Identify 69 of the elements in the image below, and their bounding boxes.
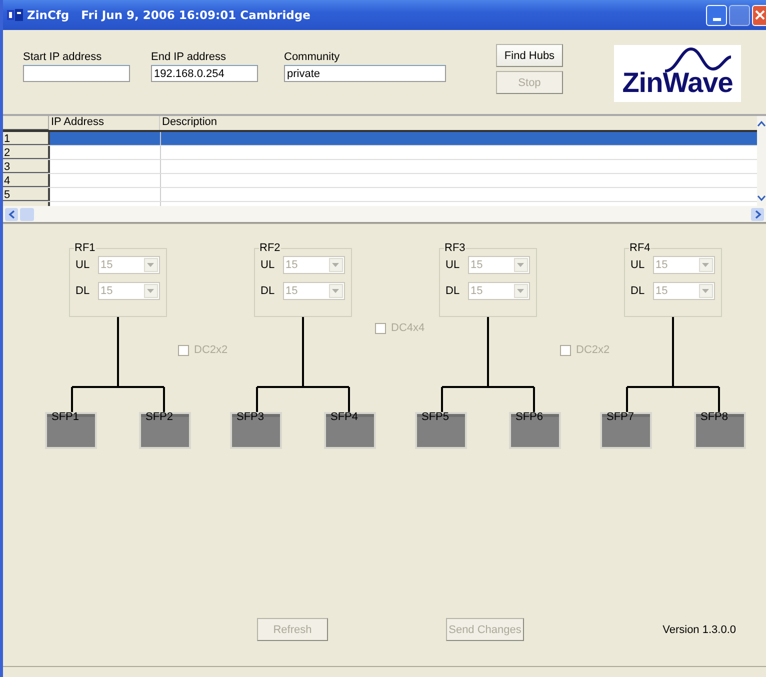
input-field[interactable] (23, 65, 130, 82)
caret-icon (332, 263, 339, 267)
caret-icon (517, 289, 524, 293)
window-title: ZinCfg Fri Jun 9, 2006 16:09:01 Cambridge (27, 8, 310, 22)
sfp-module: SFP3 (230, 412, 282, 449)
field-label: DL (260, 285, 276, 297)
caret-icon (147, 263, 154, 267)
field-label: DL (76, 285, 91, 297)
sfp-module: SFP4 (324, 412, 376, 449)
sfp-module: SFP7 (600, 412, 652, 449)
caret-icon (702, 289, 709, 293)
scroll-thumb[interactable] (20, 208, 34, 220)
scroll-left-icon (8, 210, 16, 218)
field-label: Community (284, 51, 341, 65)
field-label: DL (630, 285, 646, 297)
table-row[interactable]: 5 (3, 188, 757, 202)
caret-icon (702, 263, 709, 267)
field-label: Start IP address (23, 51, 103, 65)
action-button[interactable]: Find Hubs (496, 44, 563, 67)
app-icon (7, 9, 23, 21)
vertical-scrollbar[interactable] (757, 116, 766, 206)
sfp-module: SFP2 (138, 412, 190, 449)
dropdown[interactable]: 15 (282, 282, 344, 300)
wave-icon (663, 47, 733, 73)
close-icon (754, 10, 764, 20)
group-label: RF4 (628, 242, 652, 254)
minimize-button[interactable] (706, 4, 727, 26)
dropdown[interactable]: 15 (652, 282, 714, 300)
close-button[interactable] (752, 4, 766, 26)
dropdown[interactable]: 15 (98, 256, 160, 274)
row-number: 1 (3, 132, 50, 145)
field-label: UL (630, 259, 646, 271)
dropdown[interactable]: 15 (282, 256, 344, 274)
logo: ZinWave (614, 45, 741, 102)
input-field[interactable]: 192.168.0.254 (151, 65, 258, 82)
row-number: 2 (3, 146, 50, 159)
dropdown[interactable]: 15 (468, 282, 530, 300)
field-label: UL (446, 259, 461, 271)
scroll-right-icon (754, 210, 762, 218)
field-label: End IP address (151, 51, 228, 65)
sfp-module: SFP5 (414, 412, 466, 449)
row-number: 5 (3, 188, 50, 201)
caret-icon (517, 263, 524, 267)
caret-icon (332, 289, 339, 293)
table-row[interactable]: 4 (3, 174, 757, 188)
minimize-icon (712, 18, 720, 20)
sfp-module: SFP6 (508, 412, 560, 449)
caret-icon (147, 289, 154, 293)
table-row[interactable]: 3 (3, 160, 757, 174)
version-text: Version 1.3.0.0 (662, 624, 736, 636)
scroll-down-icon (757, 194, 766, 202)
horizontal-scrollbar[interactable] (3, 206, 766, 222)
dropdown[interactable]: 15 (652, 256, 714, 274)
field-label: UL (76, 259, 91, 271)
dropdown[interactable]: 15 (98, 282, 160, 300)
column-header[interactable]: IP Address (49, 116, 160, 130)
scroll-up-icon (757, 120, 766, 128)
group-label: RF3 (444, 242, 466, 254)
dropdown[interactable]: 15 (468, 256, 530, 274)
field-label: DL (446, 285, 461, 297)
input-field[interactable]: private (284, 65, 446, 82)
row-number: 3 (3, 160, 50, 173)
sfp-module: SFP8 (694, 412, 746, 449)
table-row[interactable]: 2 (3, 146, 757, 160)
field-label: UL (260, 259, 276, 271)
row-number: 4 (3, 174, 50, 187)
group-label: RF1 (74, 242, 96, 254)
sfp-module: SFP1 (44, 412, 96, 449)
group-label: RF2 (258, 242, 282, 254)
